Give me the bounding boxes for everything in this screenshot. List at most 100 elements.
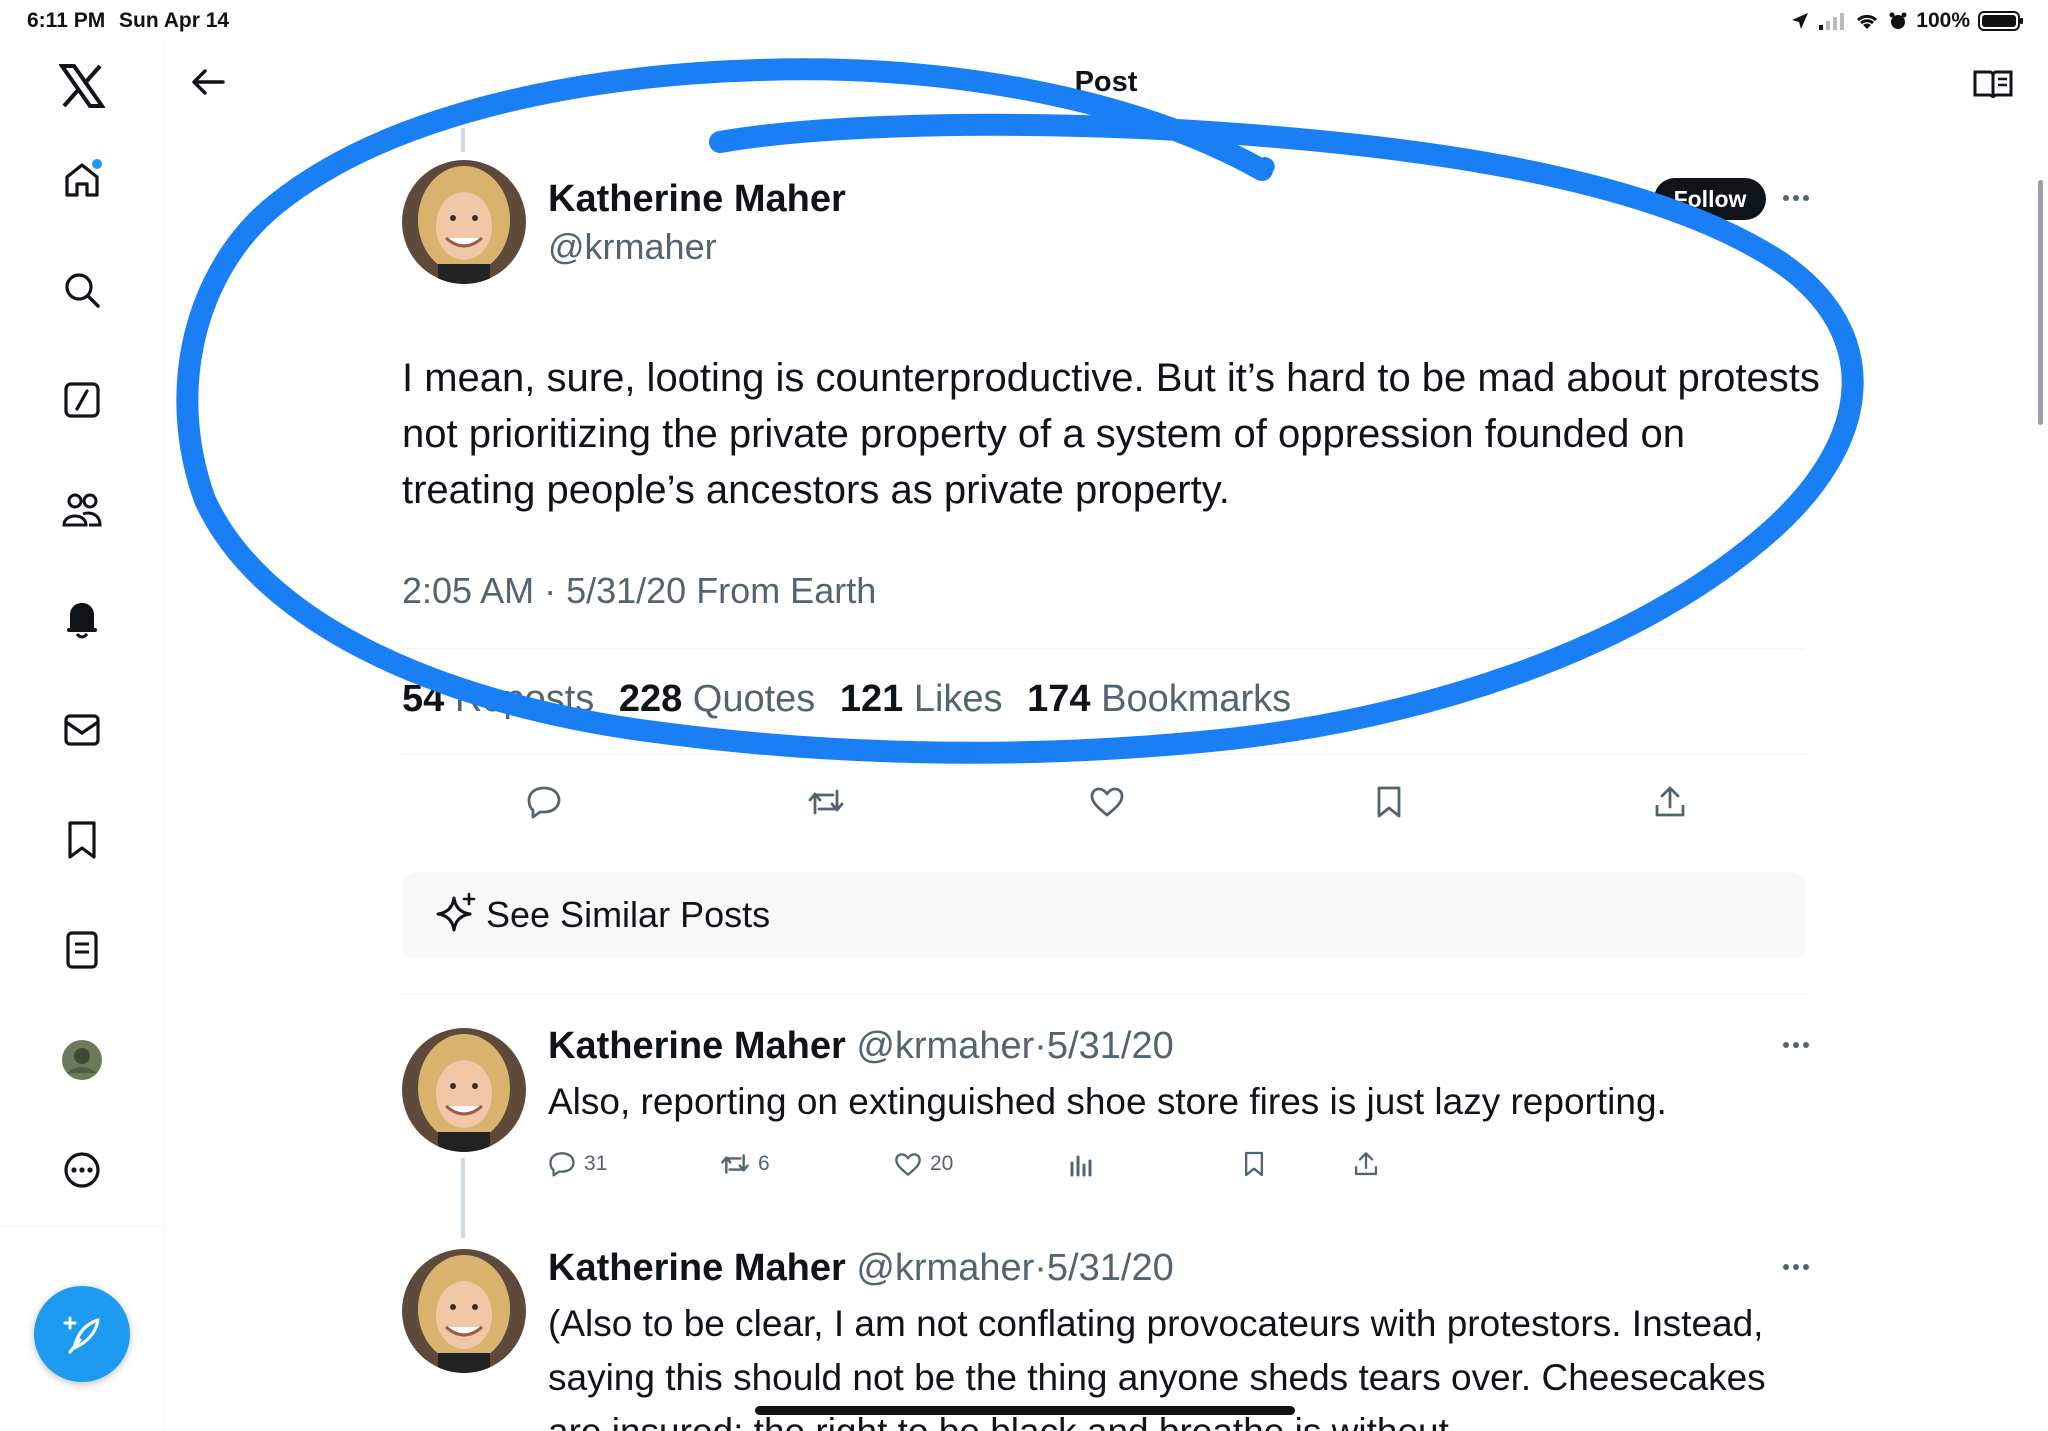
home-icon[interactable] — [52, 149, 112, 209]
separator-dot: · — [1034, 1247, 1047, 1289]
page-title: Post — [1074, 66, 1138, 98]
reply-author-name[interactable]: Katherine Maher — [548, 1247, 846, 1289]
more-dots-icon — [1783, 1264, 1809, 1270]
lists-icon[interactable] — [52, 920, 112, 980]
reply-button[interactable] — [522, 780, 566, 824]
reply-repost-button[interactable]: 6 — [720, 1149, 770, 1179]
likes-label: Likes — [913, 678, 1003, 720]
compose-post-button[interactable] — [34, 1286, 130, 1382]
see-similar-posts-button[interactable]: See Similar Posts — [402, 872, 1806, 958]
bookmarks-label: Bookmarks — [1101, 678, 1292, 720]
divider — [402, 648, 1806, 649]
grok-icon[interactable] — [52, 370, 112, 430]
share-icon — [1655, 786, 1685, 817]
author-name[interactable]: Katherine Maher — [548, 178, 846, 221]
status-indicators: 100% — [1790, 6, 2024, 36]
bookmarks-icon[interactable] — [52, 810, 112, 870]
quotes-stat[interactable]: 228 Quotes — [619, 678, 830, 720]
thread-line — [461, 128, 465, 152]
left-nav — [0, 40, 165, 1431]
reply-reply-button[interactable]: 31 — [548, 1149, 607, 1179]
quotes-count: 228 — [618, 678, 683, 720]
status-time: 6:11 PM — [27, 9, 106, 32]
reader-book-icon — [1973, 70, 2013, 99]
alarm-icon — [1889, 12, 1907, 29]
views-chart-icon — [1070, 1155, 1092, 1177]
more-dots-icon — [1783, 195, 1809, 201]
thread-line — [461, 1158, 465, 1238]
share-button[interactable] — [1648, 780, 1692, 824]
reply-author-handle[interactable]: @krmaher — [856, 1247, 1034, 1289]
x-logo-icon[interactable] — [52, 56, 112, 116]
more-options-icon[interactable] — [52, 1140, 112, 1200]
see-similar-posts-label: See Similar Posts — [486, 894, 771, 935]
repost-icon — [808, 789, 844, 815]
repost-button[interactable] — [804, 780, 848, 824]
reply-more-button[interactable] — [1776, 1035, 1816, 1055]
bookmark-button[interactable] — [1367, 780, 1411, 824]
messages-icon[interactable] — [52, 700, 112, 760]
reply-author-name[interactable]: Katherine Maher — [548, 1025, 846, 1067]
bookmark-icon — [1244, 1151, 1264, 1177]
nav-divider — [0, 1226, 165, 1227]
bookmarks-count: 174 — [1027, 678, 1091, 720]
post-text: I mean, sure, looting is counterproducti… — [402, 356, 1820, 512]
reply-text: Also, reporting on extinguished shoe sto… — [548, 1081, 1667, 1122]
back-button[interactable] — [188, 62, 228, 102]
share-icon — [1354, 1152, 1378, 1176]
search-icon[interactable] — [52, 260, 112, 320]
scroll-indicator[interactable] — [2038, 180, 2043, 425]
wifi-icon — [1857, 14, 1878, 29]
separator-dot: · — [1034, 1025, 1047, 1067]
feather-plus-icon — [63, 1316, 100, 1354]
repost-icon — [721, 1154, 749, 1174]
like-button[interactable] — [1085, 780, 1129, 824]
home-indicator[interactable] — [755, 1406, 1295, 1415]
reply-avatar[interactable] — [402, 1249, 526, 1373]
reply-like-button[interactable]: 20 — [894, 1149, 953, 1179]
likes-count: 121 — [839, 678, 904, 720]
post-timestamp: 2:05 AM · 5/31/20 From Earth — [402, 570, 877, 611]
reply-date[interactable]: 5/31/20 — [1047, 1247, 1174, 1289]
reply-count: 31 — [584, 1152, 608, 1175]
communities-icon[interactable] — [52, 480, 112, 540]
battery-icon — [1978, 11, 2023, 31]
profile-avatar[interactable] — [52, 1030, 112, 1090]
reply-more-button[interactable] — [1776, 1257, 1816, 1277]
reply-bookmark-button[interactable] — [1243, 1149, 1265, 1179]
reposts-count: 54 — [402, 678, 445, 720]
heart-icon — [1090, 787, 1124, 817]
repost-count: 6 — [758, 1152, 770, 1175]
location-arrow-icon — [1792, 13, 1809, 29]
quotes-label: Quotes — [692, 678, 816, 720]
author-avatar[interactable] — [402, 160, 526, 284]
reader-mode-button[interactable] — [1971, 64, 2015, 104]
back-arrow-icon — [192, 69, 225, 95]
post-stats: 54 Reposts 228 Quotes 121 Likes 174 Book… — [402, 678, 1305, 721]
battery-percent: 100% — [1916, 9, 1970, 32]
heart-icon — [895, 1152, 921, 1176]
sparkle-icon — [436, 892, 476, 932]
notifications-bell-icon[interactable] — [52, 590, 112, 650]
reposts-stat[interactable]: 54 Reposts — [402, 678, 608, 720]
post-more-button[interactable] — [1776, 188, 1816, 208]
reply-share-button[interactable] — [1353, 1149, 1379, 1179]
bookmarks-stat[interactable]: 174 Bookmarks — [1027, 678, 1305, 720]
divider — [402, 993, 1806, 994]
reply-header: Katherine Maher @krmaher·5/31/20 — [548, 1025, 1174, 1068]
reply-icon — [527, 786, 561, 819]
reply-header: Katherine Maher @krmaher·5/31/20 — [548, 1247, 1174, 1290]
reply-avatar[interactable] — [402, 1028, 526, 1152]
follow-button[interactable]: Follow — [1654, 178, 1766, 220]
status-date: Sun Apr 14 — [119, 9, 230, 32]
more-dots-icon — [1783, 1042, 1809, 1048]
reposts-label: Reposts — [454, 678, 595, 720]
reply-views-button[interactable] — [1068, 1149, 1094, 1179]
reply-icon — [549, 1152, 575, 1177]
like-count: 20 — [930, 1152, 954, 1175]
bookmark-icon — [1377, 786, 1401, 818]
author-handle[interactable]: @krmaher — [548, 226, 717, 268]
likes-stat[interactable]: 121 Likes — [840, 678, 1017, 720]
reply-author-handle[interactable]: @krmaher — [856, 1025, 1034, 1067]
reply-date[interactable]: 5/31/20 — [1047, 1025, 1174, 1067]
